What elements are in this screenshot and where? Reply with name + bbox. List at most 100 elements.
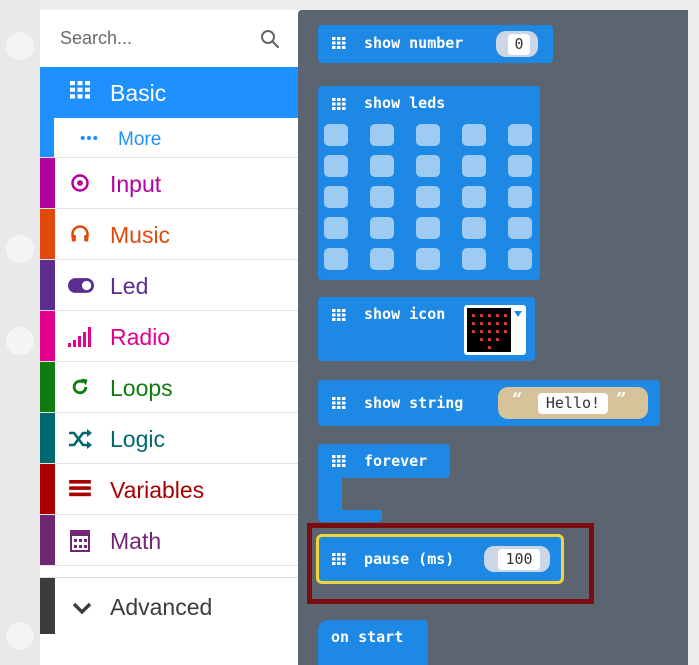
led-cell[interactable] (508, 186, 532, 208)
block-label: show number (364, 34, 464, 52)
block-label: show icon (364, 305, 446, 323)
list-icon (69, 480, 91, 497)
led-cell[interactable] (370, 124, 394, 146)
target-icon (71, 174, 89, 192)
close-quote: ” (616, 389, 627, 410)
category-more[interactable]: More (40, 118, 298, 158)
category-radio[interactable]: Radio (40, 311, 298, 362)
category-color-stripe (40, 362, 55, 412)
led-cell[interactable] (416, 124, 440, 146)
category-led[interactable]: Led (40, 260, 298, 311)
refresh-icon (72, 378, 88, 395)
shuffle-icon (69, 429, 92, 449)
grid-icon (332, 455, 346, 467)
category-color-stripe (40, 578, 55, 634)
category-label: Music (110, 222, 171, 248)
grid-icon (332, 98, 346, 110)
grid-icon (332, 397, 346, 409)
led-cell[interactable] (416, 248, 440, 270)
led-cell[interactable] (508, 248, 532, 270)
decor-circle (6, 327, 34, 355)
scrollbar[interactable] (688, 10, 699, 665)
calculator-icon (70, 530, 90, 552)
led-cell[interactable] (370, 186, 394, 208)
category-loops[interactable]: Loops (40, 362, 298, 413)
led-cell[interactable] (508, 217, 532, 239)
led-cell[interactable] (462, 248, 486, 270)
led-cell[interactable] (324, 248, 348, 270)
icon-picker[interactable] (464, 305, 526, 355)
dropdown-arrow-icon (514, 311, 522, 317)
category-color-stripe (40, 118, 54, 157)
led-cell[interactable] (462, 155, 486, 177)
block-label: show string (364, 394, 464, 412)
led-cell[interactable] (508, 124, 532, 146)
chevron-down-icon (72, 602, 92, 615)
grid-icon (332, 309, 346, 321)
selection-outline (316, 534, 564, 584)
toolbox: Basic More Input Music Led (40, 10, 298, 665)
category-input[interactable]: Input (40, 158, 298, 209)
string-slot[interactable]: “ Hello! ” (498, 387, 648, 419)
headphones-icon (71, 225, 89, 242)
string-value[interactable]: Hello! (538, 393, 608, 414)
category-color-stripe (40, 515, 55, 565)
category-advanced[interactable]: Advanced (40, 577, 298, 634)
category-label: More (118, 129, 162, 150)
workspace-edge (0, 0, 40, 665)
led-cell[interactable] (416, 186, 440, 208)
led-cell[interactable] (416, 155, 440, 177)
search-icon[interactable] (260, 29, 280, 49)
led-cell[interactable] (370, 217, 394, 239)
category-music[interactable]: Music (40, 209, 298, 260)
led-cell[interactable] (370, 155, 394, 177)
led-cell[interactable] (324, 124, 348, 146)
grid-icon (70, 81, 90, 99)
decor-circle (6, 32, 34, 60)
category-label: Variables (110, 477, 205, 503)
led-cell[interactable] (462, 217, 486, 239)
show-icon-block[interactable]: show icon (318, 297, 535, 361)
category-color-stripe (40, 311, 55, 361)
category-label: Led (110, 273, 149, 299)
category-variables[interactable]: Variables (40, 464, 298, 515)
ellipsis-icon (80, 135, 98, 141)
category-label: Math (110, 528, 162, 554)
category-label: Logic (110, 426, 165, 452)
open-quote: “ (512, 389, 523, 410)
led-cell[interactable] (508, 155, 532, 177)
show-leds-block[interactable]: show leds (318, 86, 540, 280)
search-box (40, 10, 298, 67)
block-label: show leds (364, 94, 446, 112)
forever-block-foot (318, 510, 382, 522)
heart-icon (467, 308, 511, 352)
category-label: Input (110, 171, 162, 197)
led-cell[interactable] (416, 217, 440, 239)
number-slot[interactable]: 0 (496, 31, 538, 57)
category-color-stripe (40, 158, 55, 208)
category-color-stripe (40, 464, 55, 514)
category-label: Loops (110, 375, 173, 401)
category-label: Radio (110, 324, 171, 350)
number-value[interactable]: 0 (508, 34, 530, 55)
block-label: forever (364, 452, 428, 470)
led-cell[interactable] (324, 155, 348, 177)
grid-icon (332, 37, 346, 49)
show-string-block[interactable]: show string “ Hello! ” (318, 380, 660, 426)
decor-circle (6, 235, 34, 263)
category-color-stripe (40, 209, 55, 259)
category-basic[interactable]: Basic (40, 67, 298, 118)
category-label: Basic (110, 80, 167, 106)
led-cell[interactable] (370, 248, 394, 270)
led-cell[interactable] (462, 186, 486, 208)
led-cell[interactable] (324, 186, 348, 208)
category-math[interactable]: Math (40, 515, 298, 566)
category-logic[interactable]: Logic (40, 413, 298, 464)
show-number-block[interactable]: show number 0 (318, 25, 553, 63)
forever-block[interactable]: forever (318, 444, 450, 478)
led-cell[interactable] (324, 217, 348, 239)
on-start-block[interactable]: on start (318, 620, 428, 665)
category-color-stripe (40, 260, 55, 310)
signal-bars-icon (68, 327, 91, 347)
led-cell[interactable] (462, 124, 486, 146)
